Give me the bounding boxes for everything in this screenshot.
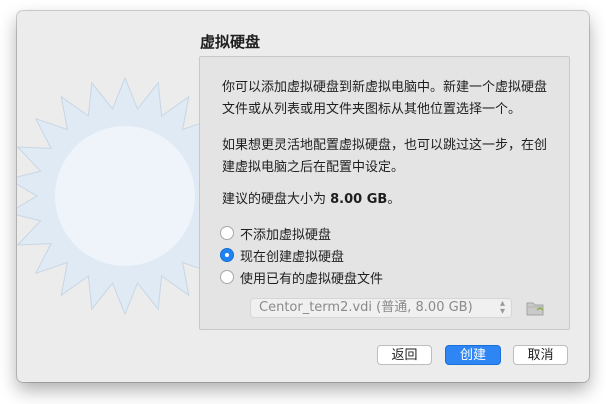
folder-icon[interactable] — [526, 300, 544, 316]
chevron-updown-icon: ▴ ▾ — [499, 298, 505, 317]
page-title: 虚拟硬盘 — [200, 33, 261, 51]
recommended-size-suffix: 。 — [387, 192, 401, 207]
disk-file-select-value: Centor_term2.vdi (普通, 8.00 GB) — [259, 300, 473, 315]
recommended-size-value: 8.00 GB — [330, 192, 388, 207]
recommended-size-text: 建议的硬盘大小为 8.00 GB。 — [222, 189, 556, 211]
skip-hint-text: 如果想更灵活地配置虚拟硬盘，也可以跳过这一步，在创建虚拟电脑之后在配置中设定。 — [222, 138, 548, 175]
disk-file-select[interactable]: Centor_term2.vdi (普通, 8.00 GB) ▴ ▾ — [250, 298, 512, 318]
starburst-center — [55, 126, 195, 266]
back-button[interactable]: 返回 — [377, 345, 432, 365]
intro-text: 你可以添加虚拟硬盘到新虚拟电脑中。新建一个虚拟硬盘文件或从列表或用文件夹图标从其… — [222, 80, 548, 117]
create-button[interactable]: 创建 — [445, 345, 501, 365]
radio-button[interactable] — [220, 226, 234, 240]
cancel-button[interactable]: 取消 — [513, 345, 568, 365]
radio-button[interactable] — [220, 248, 234, 262]
recommended-size-prefix: 建议的硬盘大小为 — [222, 192, 331, 207]
option-label: 现在创建虚拟硬盘 — [240, 249, 345, 265]
option-create-disk[interactable]: 现在创建虚拟硬盘 — [220, 245, 344, 265]
option-label: 使用已有的虚拟硬盘文件 — [240, 271, 384, 287]
radio-button[interactable] — [220, 270, 234, 284]
option-no-disk[interactable]: 不添加虚拟硬盘 — [220, 223, 331, 243]
option-label: 不添加虚拟硬盘 — [240, 227, 332, 243]
content-panel: 你可以添加虚拟硬盘到新虚拟电脑中。新建一个虚拟硬盘文件或从列表或用文件夹图标从其… — [199, 56, 570, 330]
dialog-window: 虚拟硬盘 你可以添加虚拟硬盘到新虚拟电脑中。新建一个虚拟硬盘文件或从列表或用文件… — [17, 11, 589, 382]
option-existing-disk[interactable]: 使用已有的虚拟硬盘文件 — [220, 267, 383, 287]
